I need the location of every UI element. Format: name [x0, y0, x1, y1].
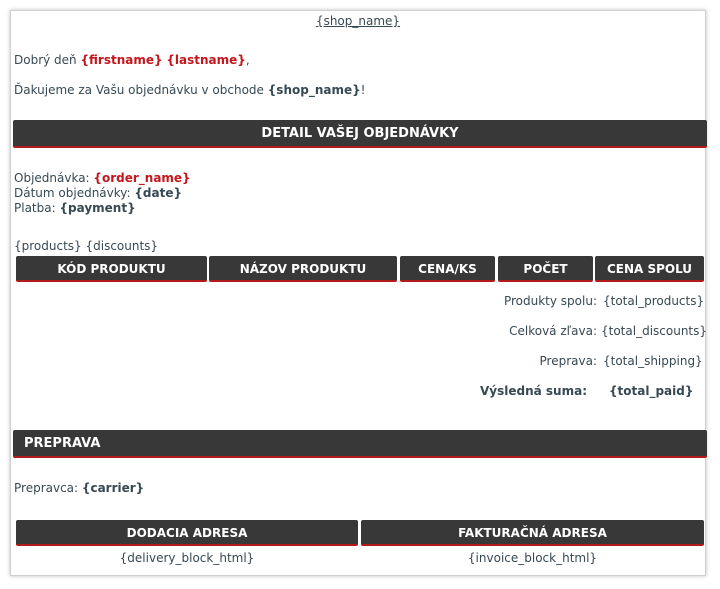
- order-label: Objednávka:: [14, 171, 90, 185]
- email-template-page: {shop_name} Dobrý deň {firstname} {lastn…: [10, 10, 708, 576]
- thanks-prefix: Ďakujeme za Vašu objednávku v obchode: [14, 83, 264, 97]
- firstname-placeholder: {firstname}: [80, 53, 163, 67]
- total-products-label: Produkty spolu:: [503, 294, 597, 308]
- delivery-address-value: {delivery_block_html}: [119, 551, 255, 565]
- shop-name-link[interactable]: {shop_name}: [11, 14, 705, 28]
- total-discounts-value: {total_discounts}: [601, 324, 708, 338]
- order-date-line: Dátum objednávky: {date}: [14, 186, 182, 200]
- date-placeholder: {date}: [134, 186, 183, 200]
- invoice-address-header: FAKTURAČNÁ ADRESA: [361, 520, 704, 546]
- thanks-line: Ďakujeme za Vašu objednávku v obchode {s…: [14, 83, 365, 97]
- payment-line: Platba: {payment}: [14, 201, 136, 215]
- total-shipping-label: Preprava:: [539, 354, 597, 368]
- greeting-line: Dobrý deň {firstname} {lastname},: [14, 53, 250, 67]
- th-total-price: CENA SPOLU: [595, 256, 704, 282]
- payment-label: Platba:: [14, 201, 56, 215]
- carrier-line: Prepravca: {carrier}: [14, 481, 144, 495]
- thanks-suffix: !: [360, 83, 366, 97]
- order-name-placeholder: {order_name}: [93, 171, 191, 185]
- order-name-line: Objednávka: {order_name}: [14, 171, 191, 185]
- payment-placeholder: {payment}: [59, 201, 136, 215]
- shipping-header: PREPRAVA: [13, 430, 707, 458]
- total-shipping-value: {total_shipping}: [603, 354, 703, 368]
- thanks-shop-placeholder: {shop_name}: [267, 83, 361, 97]
- th-unit-price: CENA/KS: [400, 256, 495, 282]
- delivery-address-header: DODACIA ADRESA: [16, 520, 358, 546]
- lastname-placeholder: {lastname}: [166, 53, 246, 67]
- greeting-prefix: Dobrý deň: [14, 53, 77, 67]
- total-paid-value: {total_paid}: [609, 384, 694, 398]
- th-quantity: POČET: [498, 256, 593, 282]
- date-label: Dátum objednávky:: [14, 186, 131, 200]
- order-detail-header: DETAIL VAŠEJ OBJEDNÁVKY: [13, 120, 707, 148]
- greeting-suffix: ,: [245, 53, 250, 67]
- total-paid-label: Výsledná suma:: [480, 384, 587, 398]
- carrier-placeholder: {carrier}: [81, 481, 145, 495]
- th-product-name: NÁZOV PRODUKTU: [209, 256, 397, 282]
- invoice-address-value: {invoice_block_html}: [467, 551, 598, 565]
- products-discounts-placeholder: {products} {discounts}: [14, 239, 159, 253]
- total-discounts-label: Celková zľava:: [509, 324, 597, 338]
- total-products-value: {total_products}: [603, 294, 705, 308]
- carrier-label: Prepravca:: [14, 481, 79, 495]
- th-product-code: KÓD PRODUKTU: [16, 256, 207, 282]
